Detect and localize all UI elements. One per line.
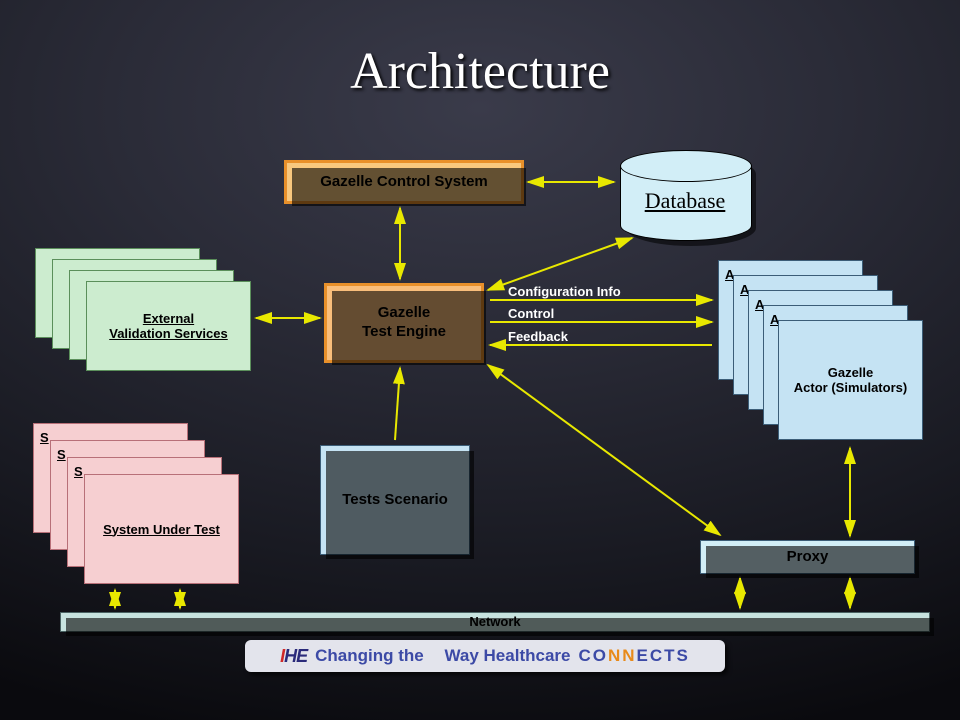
external-validation-label: External Validation Services <box>109 311 228 341</box>
footer-text-2: Way Healthcare <box>444 646 570 666</box>
ihe-logo: IHE <box>280 646 307 667</box>
node-tests-scenario: Tests Scenario <box>320 445 470 555</box>
node-network: Network <box>60 612 930 632</box>
actor-simulators-label: Gazelle Actor (Simulators) <box>794 365 907 395</box>
node-gazelle-control-system: Gazelle Control System <box>284 160 524 204</box>
node-proxy: Proxy <box>700 540 915 574</box>
edge-label-control: Control <box>508 306 554 321</box>
node-gazelle-test-engine: Gazelle Test Engine <box>324 283 484 363</box>
architecture-slide: Architecture Gazelle Control System Gaze… <box>0 0 960 720</box>
footer-text-1: Changing the <box>315 646 424 666</box>
database-label: Database <box>620 188 750 214</box>
node-database: Database <box>620 150 750 230</box>
edge-label-feedback: Feedback <box>508 329 568 344</box>
edge-db-to-engine <box>488 238 632 290</box>
edge-label-config-info: Configuration Info <box>508 284 621 299</box>
slide-title: Architecture <box>0 42 960 101</box>
edge-scenario-to-engine <box>395 368 400 440</box>
edge-engine-to-proxy <box>488 365 720 535</box>
system-under-test-label: System Under Test <box>103 522 220 537</box>
footer-connects: CONNECTS <box>578 646 689 666</box>
footer-branding: IHE Changing the Way Healthcare CONNECTS <box>245 640 725 672</box>
